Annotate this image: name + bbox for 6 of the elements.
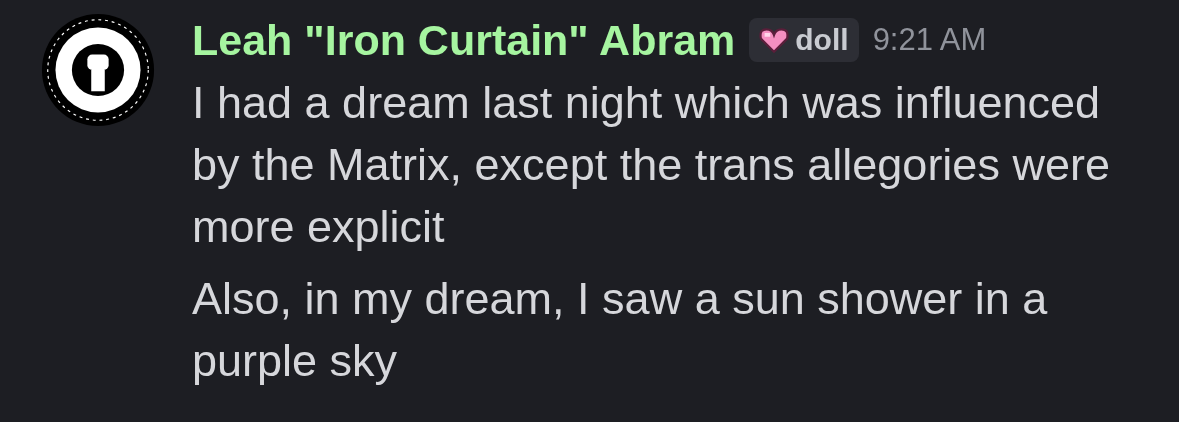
role-tag: doll: [749, 18, 859, 62]
message-text: I had a dream last night which was influenced by the Matrix, except the trans allegories were more explicit: [192, 76, 1111, 254]
message-text: Also, in my dream, I saw a sun shower in a purple sky: [192, 272, 1049, 388]
timestamp: 9:21 AM: [872, 22, 987, 58]
username[interactable]: Leah "Iron Curtain" Abram: [192, 15, 736, 65]
heart-icon: [759, 26, 790, 54]
